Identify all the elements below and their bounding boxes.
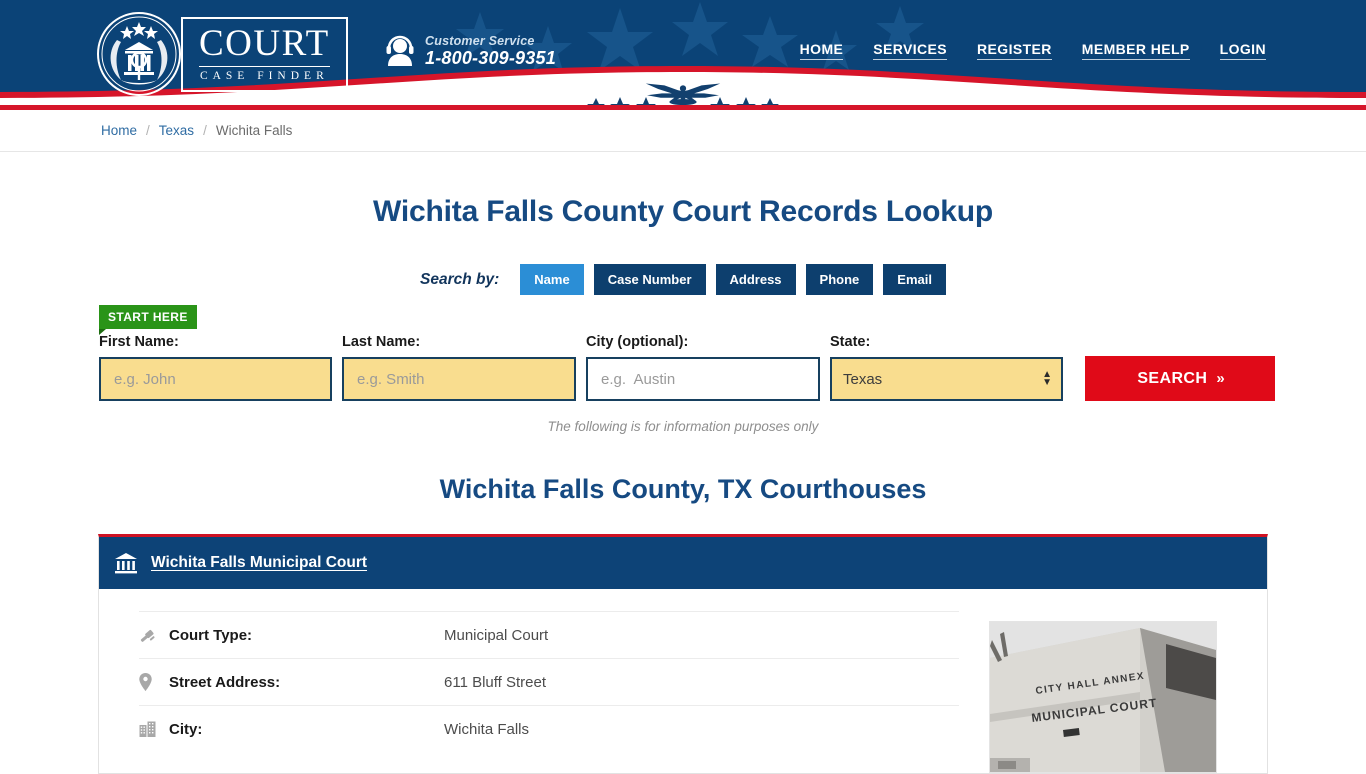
site-header: COURT CASE FINDER Customer Service 1-800… xyxy=(0,0,1366,110)
tab-address[interactable]: Address xyxy=(715,264,796,295)
tab-phone[interactable]: Phone xyxy=(805,264,874,295)
breadcrumb-home[interactable]: Home xyxy=(101,123,137,138)
city-label: City (optional): xyxy=(586,334,689,350)
search-by-tabs: Search by: Name Case Number Address Phon… xyxy=(0,264,1366,295)
city-group: City (optional): xyxy=(586,334,820,401)
search-button-label: SEARCH xyxy=(1137,369,1208,387)
court-card-body: Court Type: Municipal Court Street Addre… xyxy=(99,589,1267,773)
last-name-label: Last Name: xyxy=(342,334,421,350)
header-red-rule xyxy=(0,105,1366,110)
tab-case-number[interactable]: Case Number xyxy=(593,264,706,295)
page-title: Wichita Falls County Court Records Looku… xyxy=(373,195,993,228)
search-by-label: Search by: xyxy=(420,270,500,288)
disclaimer-text: The following is for information purpose… xyxy=(547,419,819,434)
section-title: Wichita Falls County, TX Courthouses xyxy=(439,474,927,504)
detail-key: Street Address: xyxy=(169,673,281,691)
state-label: State: xyxy=(830,334,871,350)
bank-columns-icon xyxy=(115,553,137,574)
table-row: Street Address: 611 Bluff Street xyxy=(139,658,959,705)
nav-item-register[interactable]: REGISTER xyxy=(977,41,1052,60)
search-form: START HERE First Name: Last Name: City (… xyxy=(0,300,1366,418)
customer-service-phone[interactable]: 1-800-309-9351 xyxy=(425,48,556,68)
search-button[interactable]: SEARCH » xyxy=(1085,356,1275,401)
breadcrumb-separator: / xyxy=(203,123,207,138)
breadcrumb-state[interactable]: Texas xyxy=(159,123,194,138)
first-name-input[interactable] xyxy=(99,357,332,401)
nav-item-services[interactable]: SERVICES xyxy=(873,41,948,60)
main-navigation: HOME SERVICES REGISTER MEMBER HELP LOGIN xyxy=(799,41,1266,60)
city-input[interactable] xyxy=(586,357,820,401)
logo-subtitle: CASE FINDER xyxy=(199,65,330,82)
last-name-input[interactable] xyxy=(342,357,576,401)
detail-key: City: xyxy=(169,720,203,738)
first-name-group: First Name: xyxy=(99,334,332,401)
first-name-label: First Name: xyxy=(99,334,179,350)
court-card-header: Wichita Falls Municipal Court xyxy=(99,537,1267,589)
building-icon xyxy=(139,721,169,737)
court-seal-icon xyxy=(97,12,181,96)
breadcrumb-current: Wichita Falls xyxy=(215,123,293,138)
detail-value: Municipal Court xyxy=(444,626,549,644)
breadcrumb-separator: / xyxy=(146,123,150,138)
nav-item-home[interactable]: HOME xyxy=(799,41,844,60)
state-group: State: Texas ▲ ▼ xyxy=(830,334,1063,401)
last-name-group: Last Name: xyxy=(342,334,576,401)
headset-support-icon xyxy=(386,35,414,67)
court-name-link[interactable]: Wichita Falls Municipal Court xyxy=(151,554,367,572)
logo-title: COURT xyxy=(199,22,330,64)
double-chevron-right-icon: » xyxy=(1216,370,1224,387)
customer-service-block: Customer Service 1-800-309-9351 xyxy=(385,34,556,68)
courthouse-photo: CITY HALL ANNEX MUNICIPAL COURT xyxy=(989,621,1217,773)
court-details-list: Court Type: Municipal Court Street Addre… xyxy=(139,611,959,773)
breadcrumb: Home / Texas / Wichita Falls xyxy=(0,110,1366,152)
detail-key: Court Type: xyxy=(169,626,253,644)
state-select[interactable]: Texas xyxy=(830,357,1063,401)
court-card: Wichita Falls Municipal Court Court Type… xyxy=(98,534,1268,774)
start-here-badge: START HERE xyxy=(99,305,197,335)
nav-item-member-help[interactable]: MEMBER HELP xyxy=(1081,41,1190,60)
map-pin-icon xyxy=(139,673,169,691)
table-row: Court Type: Municipal Court xyxy=(139,611,959,658)
detail-value: Wichita Falls xyxy=(444,720,530,738)
logo-wordmark: COURT CASE FINDER xyxy=(181,16,348,92)
table-row: City: Wichita Falls xyxy=(139,705,959,752)
detail-value: 611 Bluff Street xyxy=(444,673,547,691)
site-logo[interactable]: COURT CASE FINDER xyxy=(95,10,348,98)
customer-service-label: Customer Service xyxy=(425,34,535,48)
gavel-icon xyxy=(139,627,169,644)
tab-email[interactable]: Email xyxy=(883,264,946,295)
nav-item-login[interactable]: LOGIN xyxy=(1219,41,1266,60)
tab-name[interactable]: Name xyxy=(520,264,584,295)
